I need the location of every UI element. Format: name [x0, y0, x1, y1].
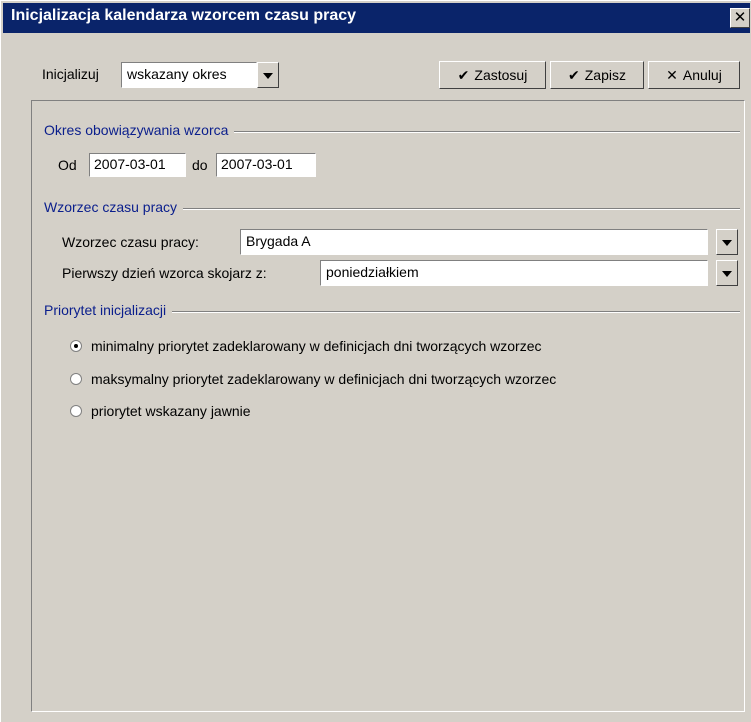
- initialize-select-dropdown-button[interactable]: [257, 62, 279, 88]
- cancel-button-label: Anuluj: [682, 67, 722, 83]
- window-title: Inicjalizacja kalendarza wzorcem czasu p…: [11, 7, 357, 24]
- chevron-down-icon: [263, 73, 273, 79]
- cancel-button[interactable]: ✕ Anuluj: [648, 61, 740, 89]
- save-button[interactable]: ✔ Zapisz: [550, 61, 644, 89]
- pattern-label: Wzorzec czasu pracy:: [62, 234, 199, 250]
- priority-option-label: minimalny priorytet zadeklarowany w defi…: [91, 338, 542, 354]
- save-button-label: Zapisz: [584, 67, 626, 83]
- apply-button-label: Zastosuj: [474, 67, 528, 83]
- first-day-label: Pierwszy dzień wzorca skojarz z:: [62, 265, 267, 281]
- radio-button[interactable]: [70, 405, 82, 417]
- apply-button[interactable]: ✔ Zastosuj: [439, 61, 546, 89]
- priority-group-title: Priorytet inicjalizacji: [44, 302, 173, 318]
- initialize-select-value[interactable]: wskazany okres: [121, 62, 257, 88]
- dialog-window: Inicjalizacja kalendarza wzorcem czasu p…: [0, 0, 751, 722]
- priority-option-max[interactable]: maksymalny priorytet zadeklarowany w def…: [70, 371, 556, 387]
- from-label: Od: [58, 157, 77, 173]
- initialize-select[interactable]: wskazany okres: [121, 62, 279, 88]
- title-bar[interactable]: Inicjalizacja kalendarza wzorcem czasu p…: [3, 3, 750, 33]
- priority-option-explicit[interactable]: priorytet wskazany jawnie: [70, 403, 251, 419]
- first-day-select[interactable]: poniedziałkiem: [320, 260, 740, 286]
- checkmark-icon: ✔: [568, 66, 580, 83]
- first-day-select-dropdown-button[interactable]: [716, 260, 738, 286]
- close-icon: ✕: [666, 66, 678, 83]
- first-day-select-value[interactable]: poniedziałkiem: [320, 260, 708, 286]
- pattern-select[interactable]: Brygada A: [240, 229, 740, 255]
- from-date-field[interactable]: 2007-03-01: [89, 153, 186, 177]
- pattern-select-value[interactable]: Brygada A: [240, 229, 708, 255]
- to-label: do: [192, 157, 208, 173]
- checkmark-icon: ✔: [457, 66, 470, 83]
- initialize-label: Inicjalizuj: [42, 66, 99, 82]
- close-icon[interactable]: ✕: [730, 8, 750, 28]
- priority-option-min[interactable]: minimalny priorytet zadeklarowany w defi…: [70, 338, 542, 354]
- period-group-title: Okres obowiązywania wzorca: [44, 122, 235, 138]
- chevron-down-icon: [722, 240, 732, 246]
- priority-option-label: maksymalny priorytet zadeklarowany w def…: [91, 371, 557, 387]
- content-panel: Okres obowiązywania wzorca Od 2007-03-01…: [31, 100, 745, 712]
- radio-button-checked[interactable]: [70, 340, 82, 352]
- priority-option-label: priorytet wskazany jawnie: [91, 403, 251, 419]
- to-date-field[interactable]: 2007-03-01: [216, 153, 316, 177]
- pattern-select-dropdown-button[interactable]: [716, 229, 738, 255]
- chevron-down-icon: [722, 271, 732, 277]
- pattern-group-title: Wzorzec czasu pracy: [44, 199, 184, 215]
- radio-button[interactable]: [70, 373, 82, 385]
